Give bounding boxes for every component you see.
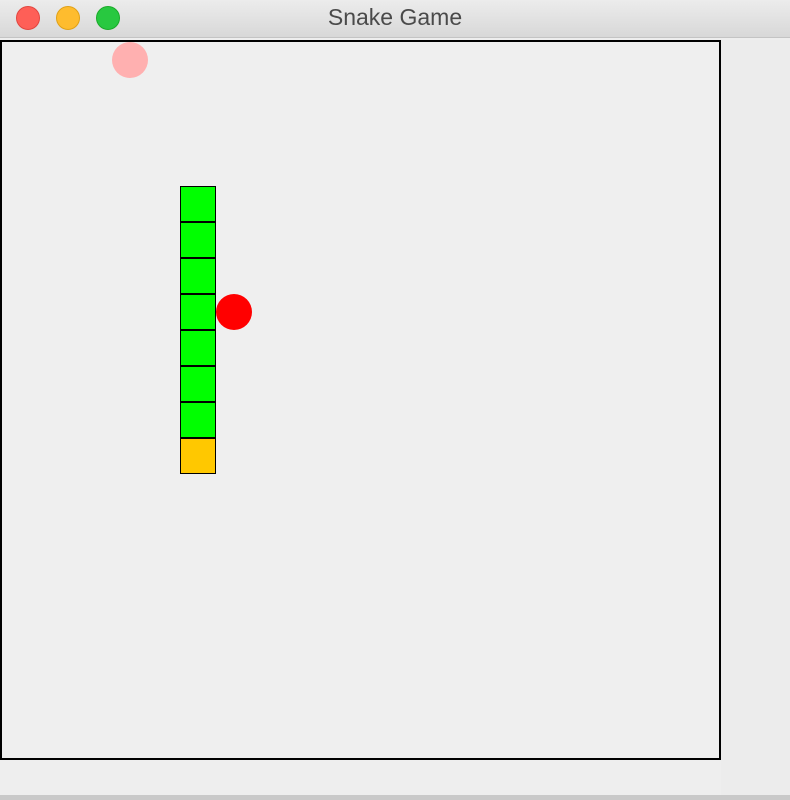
food-apple — [216, 294, 252, 330]
snake-body-segment — [180, 222, 216, 258]
ghost-food-apple — [112, 42, 148, 78]
snake-body-segment — [180, 402, 216, 438]
snake-body-segment — [180, 258, 216, 294]
snake-body-segment — [180, 366, 216, 402]
snake-body-segment — [180, 294, 216, 330]
snake-body-segment — [180, 330, 216, 366]
window-title: Snake Game — [327, 4, 463, 30]
snake-tail-segment — [180, 438, 216, 474]
side-panel — [721, 40, 790, 796]
game-window: Snake Game — [0, 0, 790, 800]
window-bottom-edge — [0, 795, 790, 800]
game-board[interactable] — [0, 40, 721, 760]
snake-body-segment — [180, 186, 216, 222]
title-bar[interactable]: Snake Game — [0, 0, 790, 38]
